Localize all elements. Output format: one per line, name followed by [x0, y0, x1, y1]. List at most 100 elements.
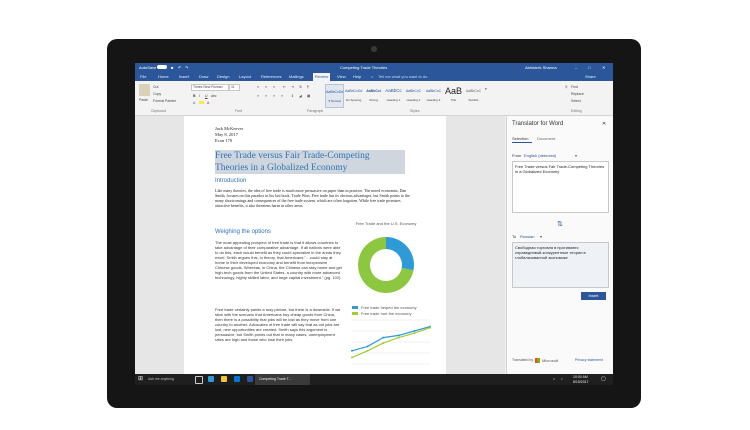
store-icon[interactable]	[234, 376, 240, 382]
tab-mailings[interactable]: Mailings	[289, 74, 304, 79]
redo-icon[interactable]: ↷	[185, 65, 188, 70]
paste-button[interactable]: Paste	[139, 98, 148, 102]
source-text-box[interactable]: Free Trade versus Fair Trade-Competing T…	[512, 161, 609, 213]
clock-date[interactable]: 8/15/2017	[573, 380, 589, 384]
line-point	[397, 336, 400, 339]
align-right-icon[interactable]: ≡	[273, 94, 275, 98]
tab-references[interactable]: References	[261, 74, 281, 79]
from-language-select[interactable]: English (detected)	[524, 153, 556, 158]
show-marks-icon[interactable]: ¶	[307, 85, 309, 89]
tab-layout[interactable]: Layout	[239, 74, 251, 79]
styles-more-icon[interactable]: ▾	[485, 87, 487, 91]
find-icon[interactable]: ⚲	[565, 85, 568, 89]
share-button[interactable]: Share	[585, 74, 596, 79]
minimize-icon[interactable]: –	[575, 65, 577, 70]
document-page[interactable]: Jack McKeever May 8, 2017 Econ 170 Free …	[184, 116, 446, 374]
style-normal[interactable]: AaBbCcDd ¶ Normal	[325, 84, 344, 108]
to-language-select[interactable]: Russian	[520, 234, 534, 239]
style-label: Heading 1	[386, 98, 401, 102]
style-heading-1[interactable]: AaBbCc Heading 1	[385, 84, 402, 106]
chevron-down-icon[interactable]: ▾	[575, 153, 577, 158]
bold-icon[interactable]: B	[193, 94, 196, 98]
underline-icon[interactable]: U	[205, 94, 208, 98]
file-explorer-icon[interactable]	[221, 376, 227, 382]
format-painter-button[interactable]: Format Painter	[153, 99, 176, 103]
tab-file[interactable]: File	[140, 74, 146, 79]
tab-insert[interactable]: Insert	[179, 74, 189, 79]
network-icon[interactable]: ⌂	[553, 377, 555, 381]
text-effects-icon[interactable]: A	[193, 101, 195, 105]
document-area: Jack McKeever May 8, 2017 Econ 170 Free …	[135, 116, 505, 374]
maximize-icon[interactable]: □	[588, 65, 590, 70]
numbering-icon[interactable]: ≡	[265, 85, 267, 89]
tab-document[interactable]: Document	[537, 136, 555, 141]
line-point	[429, 326, 431, 329]
italic-icon[interactable]: I	[199, 94, 200, 98]
tell-me-box[interactable]: Tell me what you want to do	[378, 74, 427, 79]
tell-me-icon[interactable]: ○	[371, 74, 373, 79]
style-label: Heading 3	[426, 98, 441, 102]
word-icon[interactable]	[247, 376, 253, 382]
autosave-label[interactable]: AutoSave	[139, 65, 156, 70]
chevron-down-icon[interactable]: ▾	[540, 234, 542, 239]
copy-button[interactable]: Copy	[153, 92, 161, 96]
cortana-search-box[interactable]: Ask me anything	[148, 377, 174, 381]
style-title[interactable]: AaB Title	[445, 84, 462, 106]
decrease-indent-icon[interactable]: ⇤	[283, 85, 286, 89]
tab-selection[interactable]: Selection	[512, 136, 528, 141]
line-series-0	[351, 326, 431, 352]
justify-icon[interactable]: ≡	[281, 94, 283, 98]
cut-button[interactable]: Cut	[153, 85, 158, 89]
close-icon[interactable]: ✕	[602, 65, 605, 70]
strikethrough-icon[interactable]: abc	[211, 94, 217, 98]
tab-draw[interactable]: Draw	[199, 74, 208, 79]
clock-time[interactable]: 10:00 AM	[573, 375, 588, 379]
target-text-box[interactable]: Свободная торговля в противовес справедл…	[512, 242, 609, 288]
shading-icon[interactable]: ◢	[299, 94, 302, 98]
tab-view[interactable]: View	[337, 74, 346, 79]
swap-languages-icon[interactable]: ⇅	[557, 220, 563, 228]
insert-button[interactable]: Insert	[581, 292, 606, 300]
group-clipboard-label: Clipboard	[151, 109, 166, 113]
style-no-spacing[interactable]: AaBbCcDd No Spacing	[345, 84, 362, 106]
line-spacing-icon[interactable]: ⇕	[291, 94, 294, 98]
edge-icon[interactable]	[208, 376, 214, 382]
pane-close-icon[interactable]: ✕	[602, 121, 606, 127]
autosave-toggle[interactable]	[157, 65, 167, 69]
save-icon[interactable]: ■	[171, 65, 173, 70]
tab-design[interactable]: Design	[217, 74, 229, 79]
paste-icon[interactable]	[139, 84, 150, 96]
style-sample: AaBbCcC	[425, 89, 442, 93]
tab-help[interactable]: Help	[353, 74, 361, 79]
font-color-icon[interactable]: A	[207, 101, 209, 105]
group-font-label: Font	[235, 109, 243, 113]
volume-icon[interactable]: ♪	[561, 377, 563, 381]
multilevel-icon[interactable]: ≡	[273, 85, 275, 89]
translated-by-label: Translated by	[512, 358, 534, 362]
align-left-icon[interactable]: ≡	[257, 94, 259, 98]
action-center-icon[interactable]: ▢	[601, 376, 606, 382]
style-heading-2[interactable]: AaBbCcC Heading 2	[405, 84, 422, 106]
bullets-icon[interactable]: ≡	[257, 85, 259, 89]
style-subtitle[interactable]: AaBbCcC Subtitle	[465, 84, 482, 106]
privacy-link[interactable]: Privacy statement	[575, 358, 603, 362]
group-paragraph-label: Paragraph	[307, 109, 324, 113]
style-strong[interactable]: AaBbCcI Strong	[365, 84, 382, 106]
style-heading-3[interactable]: AaBbCcC Heading 3	[425, 84, 442, 106]
task-view-icon[interactable]	[195, 376, 203, 384]
borders-icon[interactable]: ▦	[307, 94, 310, 98]
user-name[interactable]: Abhishek Sharma	[525, 65, 557, 70]
select-button[interactable]: Select	[571, 99, 581, 103]
replace-button[interactable]: Replace	[571, 92, 584, 96]
increase-indent-icon[interactable]: ⇥	[291, 85, 294, 89]
legend-swatch-hurt	[352, 312, 358, 315]
undo-icon[interactable]: ↶	[178, 65, 181, 70]
highlight-icon[interactable]	[199, 101, 204, 104]
font-name-value: Times New Roman	[193, 85, 223, 89]
align-center-icon[interactable]: ≡	[265, 94, 267, 98]
weighing-heading: Weighing the options	[215, 229, 271, 235]
sort-icon[interactable]: ⇅	[299, 85, 302, 89]
tab-home[interactable]: Home	[158, 74, 169, 79]
find-button[interactable]: Find	[571, 85, 578, 89]
windows-start-icon[interactable]: ⊞	[138, 375, 143, 382]
